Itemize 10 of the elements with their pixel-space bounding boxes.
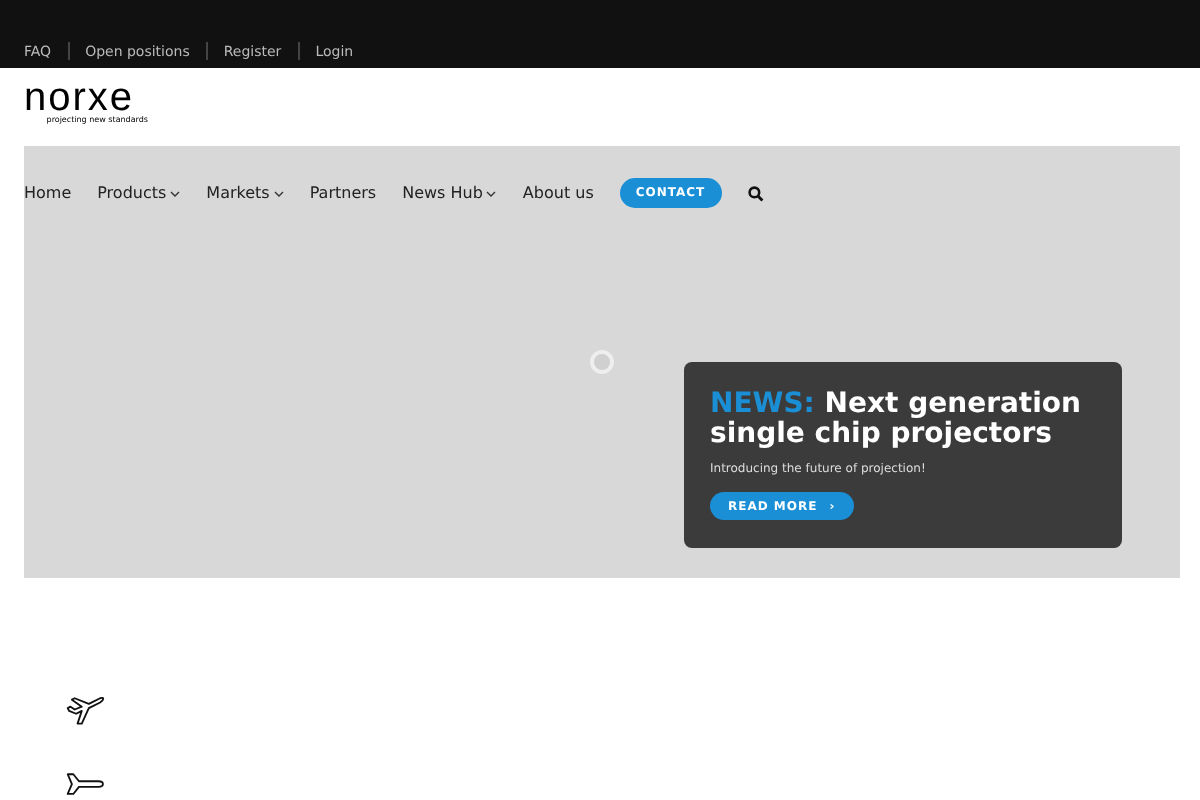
news-headline: NEWS: Next generation single chip projectors [710, 390, 1083, 450]
nav-link[interactable]: Partners [309, 181, 377, 205]
logo[interactable]: norxe [24, 82, 160, 114]
search-icon[interactable] [747, 185, 764, 201]
nav-link[interactable]: News Hub [402, 181, 497, 205]
nav-link[interactable]: About us [522, 181, 594, 205]
nav-link[interactable]: Home [24, 181, 72, 205]
nav-link[interactable]: Markets [206, 181, 284, 205]
nav-link[interactable]: Products [97, 181, 181, 205]
loading-spinner [590, 350, 614, 374]
